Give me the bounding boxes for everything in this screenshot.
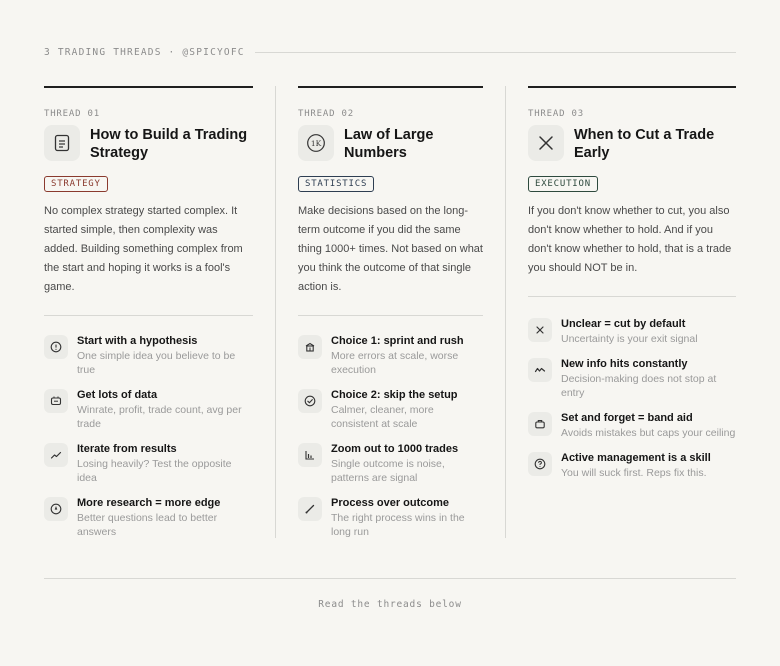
list-item: Get lots of data Winrate, profit, trade c… [44,388,253,431]
trend-up-icon [44,443,68,467]
item-subtitle: Decision-making does not stop at entry [561,373,717,399]
list-item: Start with a hypothesis One simple idea y… [44,334,253,377]
item-title: Unclear = cut by default [561,318,686,330]
check-circle-icon [298,389,322,413]
item-title: Iterate from results [77,443,177,455]
item-title: New info hits constantly [561,358,688,370]
thread-number: THREAD 03 [528,109,584,119]
item-title: Process over outcome [331,497,449,509]
thread-title: Law of Large Numbers [344,127,434,161]
thread-description: No complex strategy started complex. It … [44,205,243,293]
header-label: 3 TRADING THREADS · @SPICYOFC [44,47,245,58]
item-subtitle: One simple idea you believe to be true [77,350,236,376]
briefcase-icon [528,412,552,436]
list-item: Zoom out to 1000 trades Single outcome is… [298,442,483,485]
item-subtitle: More errors at scale, worse execution [331,350,459,376]
diagonal-line-icon [298,497,322,521]
document-icon [44,125,80,161]
section-divider [44,315,253,316]
list-item: Iterate from results Losing heavily? Test… [44,442,253,485]
thread-topbar [298,86,483,88]
badge-text: 1K [311,139,322,148]
column-divider [505,86,506,538]
footer-text: Read the threads below [318,599,462,610]
thread-title: How to Build a Trading Strategy [90,127,248,161]
close-small-icon [528,318,552,342]
bank-icon [298,335,322,359]
list-item: Choice 1: sprint and rush More errors at … [298,334,483,377]
item-subtitle: Better questions lead to better answers [77,512,218,538]
bar-chart-icon [298,443,322,467]
close-icon [528,125,564,161]
list-item: New info hits constantly Decision-making … [528,357,736,400]
list-item: Unclear = cut by default Uncertainty is y… [528,317,736,346]
item-title: Set and forget = band aid [561,412,693,424]
alert-circle-icon [44,335,68,359]
page-header: 3 TRADING THREADS · @SPICYOFC [44,47,736,58]
item-title: Choice 1: sprint and rush [331,335,464,347]
help-circle-icon [528,452,552,476]
1k-badge-icon: 1K [298,125,334,161]
item-title: Choice 2: skip the setup [331,389,458,401]
thread-number: THREAD 02 [298,109,354,119]
section-divider [528,296,736,297]
list-item: Process over outcome The right process wi… [298,496,483,539]
item-subtitle: Losing heavily? Test the opposite idea [77,458,232,484]
item-subtitle: Calmer, cleaner, more consistent at scal… [331,404,434,430]
list-item: Set and forget = band aid Avoids mistakes… [528,411,736,440]
item-subtitle: Single outcome is noise, patterns are si… [331,458,445,484]
item-subtitle: You will suck first. Reps fix this. [561,467,707,479]
wave-icon [528,358,552,382]
thread-description: If you don't know whether to cut, you al… [528,205,732,274]
list-item: Choice 2: skip the setup Calmer, cleaner,… [298,388,483,431]
compass-icon [44,497,68,521]
section-divider [298,315,483,316]
thread-column-1: THREAD 01 How to Build a Trading Strateg… [44,86,253,550]
tag-badge: EXECUTION [528,176,598,192]
thread-number: THREAD 01 [44,109,100,119]
thread-column-2: THREAD 02 1K Law of Large Numbers STATIS… [298,86,483,550]
item-subtitle: Uncertainty is your exit signal [561,333,698,345]
thread-title: When to Cut a Trade Early [574,127,715,161]
item-title: Get lots of data [77,389,158,401]
list-item: Active management is a skill You will suc… [528,451,736,480]
list-item: More research = more edge Better question… [44,496,253,539]
thread-topbar [44,86,253,88]
item-title: More research = more edge [77,497,221,509]
footer-rule [44,578,736,579]
thread-topbar [528,86,736,88]
item-title: Active management is a skill [561,452,711,464]
header-rule [254,52,736,53]
tag-badge: STRATEGY [44,176,108,192]
database-icon [44,389,68,413]
item-subtitle: The right process wins in the long run [331,512,465,538]
column-divider [275,86,276,538]
item-title: Zoom out to 1000 trades [331,443,459,455]
thread-column-3: THREAD 03 When to Cut a Trade Early EXEC… [528,86,736,491]
item-title: Start with a hypothesis [77,335,198,347]
item-subtitle: Avoids mistakes but caps your ceiling [561,427,736,439]
tag-badge: STATISTICS [298,176,375,192]
item-subtitle: Winrate, profit, trade count, avg per tr… [77,404,242,430]
thread-description: Make decisions based on the long-term ou… [298,205,483,293]
